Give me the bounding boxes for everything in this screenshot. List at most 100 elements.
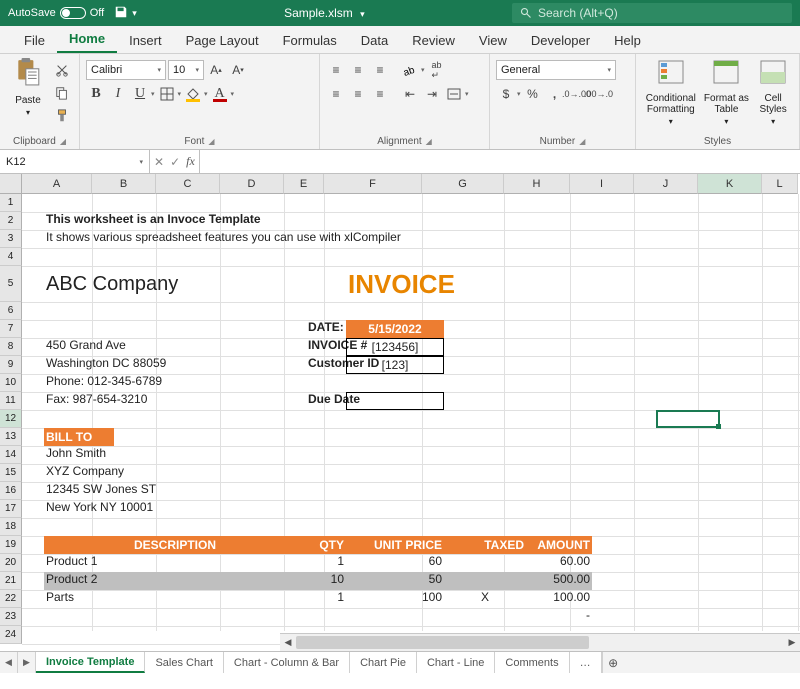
- cell[interactable]: 100: [346, 590, 444, 604]
- sheet-tab[interactable]: Sales Chart: [145, 652, 223, 673]
- cell[interactable]: 1: [306, 554, 346, 568]
- cell[interactable]: 12345 SW Jones ST: [44, 482, 158, 496]
- scrollbar-thumb[interactable]: [296, 636, 589, 649]
- row-header[interactable]: 16: [0, 482, 22, 500]
- cell[interactable]: 60: [346, 554, 444, 568]
- cell[interactable]: New York NY 10001: [44, 500, 155, 514]
- cell[interactable]: Phone: 012-345-6789: [44, 374, 164, 388]
- column-header[interactable]: J: [634, 174, 698, 194]
- cell[interactable]: 50: [346, 572, 444, 586]
- cell[interactable]: 500.00: [526, 572, 592, 586]
- tab-page-layout[interactable]: Page Layout: [174, 27, 271, 53]
- row-headers[interactable]: 123456789101112131415161718192021222324: [0, 194, 22, 644]
- row-header[interactable]: 12: [0, 410, 22, 428]
- align-center-icon[interactable]: ≡: [348, 84, 368, 104]
- scroll-right-icon[interactable]: ▶: [784, 637, 800, 648]
- cell[interactable]: BILL TO: [44, 428, 114, 446]
- cell[interactable]: 5/15/2022: [346, 320, 444, 338]
- sheet-nav-next[interactable]: ▶: [18, 652, 36, 673]
- row-header[interactable]: 2: [0, 212, 22, 230]
- cell[interactable]: -: [526, 608, 592, 622]
- tab-insert[interactable]: Insert: [117, 27, 174, 53]
- tab-review[interactable]: Review: [400, 27, 467, 53]
- row-header[interactable]: 20: [0, 554, 22, 572]
- column-header[interactable]: C: [156, 174, 220, 194]
- row-header[interactable]: 18: [0, 518, 22, 536]
- row-header[interactable]: 7: [0, 320, 22, 338]
- tab-developer[interactable]: Developer: [519, 27, 602, 53]
- row-header[interactable]: 14: [0, 446, 22, 464]
- enter-icon[interactable]: ✓: [170, 155, 180, 169]
- orientation-icon[interactable]: ab: [400, 60, 420, 80]
- cell[interactable]: ABC Company: [44, 266, 180, 302]
- cell[interactable]: John Smith: [44, 446, 108, 460]
- cells-area[interactable]: This worksheet is an Invoce Template It …: [22, 194, 800, 631]
- active-cell[interactable]: [656, 410, 720, 428]
- sheet-tab[interactable]: Chart - Column & Bar: [224, 652, 350, 673]
- format-painter-button[interactable]: [52, 106, 72, 126]
- wrap-text-icon[interactable]: ab↵: [427, 60, 447, 80]
- filename-dropdown-icon[interactable]: ▾: [360, 9, 365, 19]
- cell[interactable]: QTY: [306, 536, 346, 554]
- cancel-icon[interactable]: ✕: [154, 155, 164, 169]
- row-header[interactable]: 4: [0, 248, 22, 266]
- row-header[interactable]: 6: [0, 302, 22, 320]
- cell[interactable]: 100.00: [526, 590, 592, 604]
- column-header[interactable]: E: [284, 174, 324, 194]
- row-header[interactable]: 10: [0, 374, 22, 392]
- decrease-decimal-button[interactable]: .00→.0: [589, 84, 609, 104]
- sheet-tab[interactable]: Comments: [495, 652, 569, 673]
- column-header[interactable]: B: [92, 174, 156, 194]
- dialog-launcher-icon[interactable]: ◢: [60, 137, 66, 146]
- tab-home[interactable]: Home: [57, 25, 117, 53]
- row-header[interactable]: 15: [0, 464, 22, 482]
- sheet-nav-prev[interactable]: ◀: [0, 652, 18, 673]
- tab-file[interactable]: File: [12, 27, 57, 53]
- increase-font-icon[interactable]: A▴: [206, 60, 226, 80]
- cell[interactable]: X: [444, 590, 526, 604]
- cell[interactable]: Product 2: [44, 572, 99, 586]
- cell[interactable]: This worksheet is an Invoce Template: [44, 212, 263, 226]
- column-header[interactable]: F: [324, 174, 422, 194]
- row-header[interactable]: 22: [0, 590, 22, 608]
- autosave-toggle[interactable]: AutoSave Off: [8, 7, 104, 19]
- cell[interactable]: Fax: 987-654-3210: [44, 392, 149, 406]
- dialog-launcher-icon[interactable]: ◢: [579, 137, 585, 146]
- sheet-tab[interactable]: Chart - Line: [417, 652, 495, 673]
- fill-color-button[interactable]: [183, 84, 203, 104]
- column-header[interactable]: G: [422, 174, 504, 194]
- increase-indent-icon[interactable]: ⇥: [422, 84, 442, 104]
- font-color-button[interactable]: A: [210, 84, 230, 104]
- tab-view[interactable]: View: [467, 27, 519, 53]
- row-header[interactable]: 21: [0, 572, 22, 590]
- format-as-table-button[interactable]: Format as Table▾: [702, 58, 752, 128]
- fx-icon[interactable]: fx: [186, 154, 195, 169]
- cell[interactable]: 1: [306, 590, 346, 604]
- decrease-font-icon[interactable]: A▾: [228, 60, 248, 80]
- copy-button[interactable]: [52, 83, 72, 103]
- dialog-launcher-icon[interactable]: ◢: [208, 137, 214, 146]
- worksheet-grid[interactable]: ABCDEFGHIJKL 123456789101112131415161718…: [0, 174, 800, 651]
- cell-styles-button[interactable]: Cell Styles▾: [753, 58, 793, 128]
- cell[interactable]: DESCRIPTION: [44, 536, 306, 554]
- column-header[interactable]: H: [504, 174, 570, 194]
- column-header[interactable]: A: [22, 174, 92, 194]
- row-header[interactable]: 19: [0, 536, 22, 554]
- cell[interactable]: TAXED: [444, 536, 526, 554]
- sheet-tab[interactable]: Invoice Template: [36, 652, 145, 673]
- cell[interactable]: UNIT PRICE: [346, 536, 444, 554]
- search-box[interactable]: Search (Alt+Q): [512, 3, 792, 23]
- cell[interactable]: [346, 392, 444, 410]
- cell[interactable]: Product 1: [44, 554, 99, 568]
- formula-input[interactable]: [200, 150, 800, 173]
- cell[interactable]: Washington DC 88059: [44, 356, 168, 370]
- column-header[interactable]: D: [220, 174, 284, 194]
- underline-button[interactable]: U: [130, 84, 150, 104]
- row-header[interactable]: 9: [0, 356, 22, 374]
- row-header[interactable]: 23: [0, 608, 22, 626]
- name-box[interactable]: K12▾: [0, 150, 150, 173]
- row-header[interactable]: 5: [0, 266, 22, 302]
- percent-format-button[interactable]: %: [523, 84, 543, 104]
- number-format-select[interactable]: General▾: [496, 60, 616, 80]
- font-name-select[interactable]: Calibri▾: [86, 60, 166, 80]
